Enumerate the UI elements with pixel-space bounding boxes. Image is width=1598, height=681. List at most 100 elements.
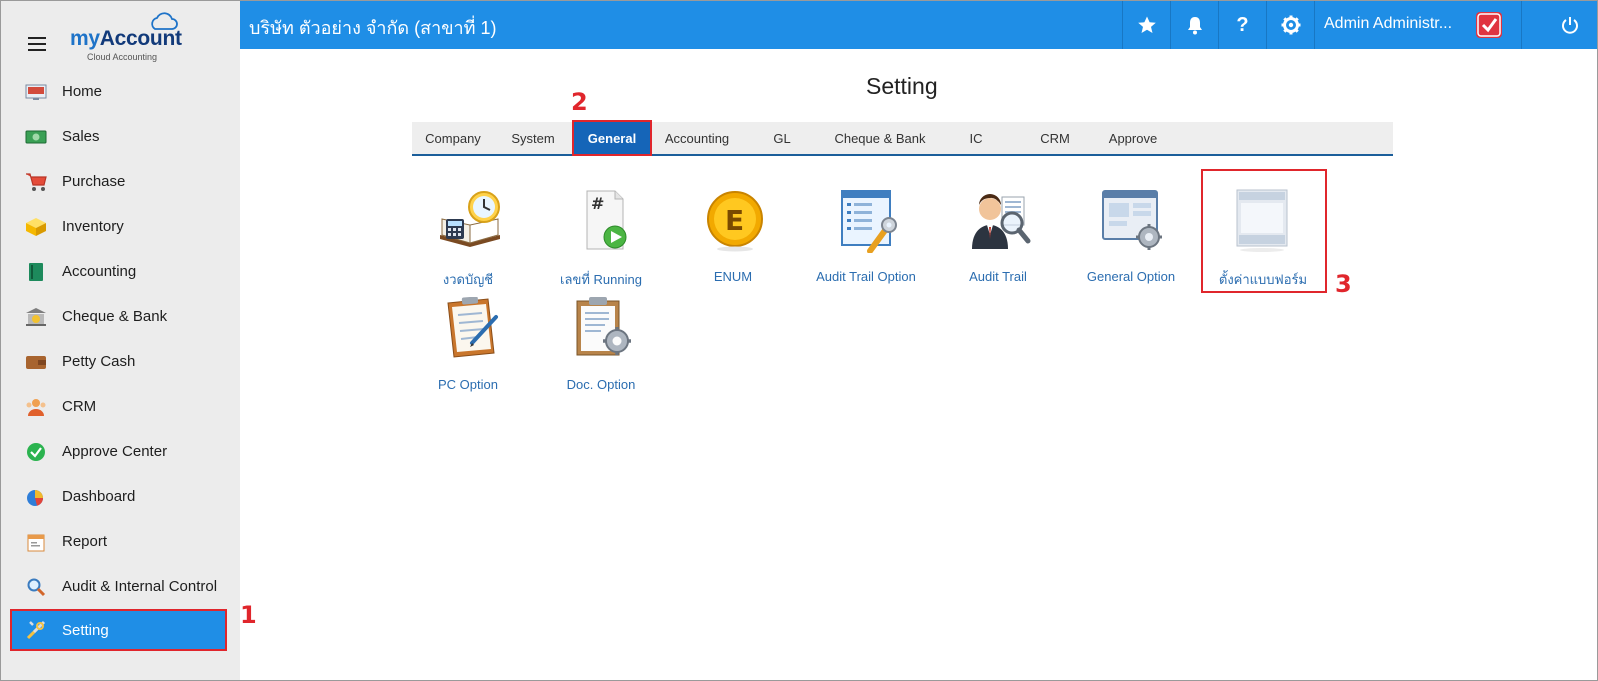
sidebar-item-audit-internal-control[interactable]: Audit & Internal Control — [1, 564, 240, 609]
pc-option-icon — [447, 297, 498, 358]
step-marker-1: 1 — [240, 601, 257, 629]
box-icon — [25, 216, 47, 238]
tile-label: ตั้งค่าแบบฟอร์ม — [1218, 272, 1308, 287]
step-marker-3: 3 — [1335, 270, 1352, 298]
sidebar-item-label: Audit & Internal Control — [62, 578, 218, 595]
tile-audit-trail-option[interactable]: Audit Trail Option — [810, 189, 922, 289]
wallet-icon — [25, 351, 47, 373]
sidebar-item-label: Report — [62, 533, 108, 550]
page-title: Setting — [866, 73, 938, 99]
sidebar-item-dashboard[interactable]: Dashboard — [1, 474, 240, 519]
tab-crm[interactable]: CRM — [1014, 122, 1096, 154]
sidebar: myAccount Cloud Accounting Home Sales Pu… — [1, 1, 240, 680]
sidebar-item-label: Cheque & Bank — [62, 308, 168, 325]
tools-icon — [25, 619, 47, 641]
ledger-icon — [25, 261, 47, 283]
question-mark-icon: ? — [1236, 13, 1249, 36]
report-icon — [25, 531, 47, 553]
help-button[interactable]: ? — [1218, 1, 1266, 49]
sidebar-item-label: Dashboard — [62, 488, 136, 505]
sidebar-item-label: Home — [62, 83, 103, 100]
sidebar-menu: Home Sales Purchase Inventory Accounting — [1, 69, 240, 651]
bank-icon — [25, 306, 47, 328]
tab-company[interactable]: Company — [412, 122, 494, 154]
app-logo[interactable]: myAccount Cloud Accounting — [70, 11, 200, 63]
tile-accounting-period[interactable]: งวดบัญชี — [412, 189, 524, 289]
sidebar-item-label: Approve Center — [62, 443, 168, 460]
logout-button[interactable] — [1521, 1, 1597, 49]
shield-check-icon — [1476, 12, 1502, 38]
sidebar-item-label: Purchase — [62, 173, 126, 190]
sales-icon — [25, 126, 47, 148]
tile-label: General Option — [1086, 269, 1176, 284]
hamburger-menu-icon[interactable] — [28, 37, 46, 51]
pie-chart-icon — [25, 486, 47, 508]
tile-enum[interactable]: E ENUM — [677, 189, 789, 289]
sidebar-item-report[interactable]: Report — [1, 519, 240, 564]
tile-running-number[interactable]: # เลขที่ Running — [545, 189, 657, 289]
tile-form-setting[interactable]: ตั้งค่าแบบฟอร์ม — [1207, 189, 1319, 289]
home-icon — [25, 81, 47, 103]
settings-tab-bar: Company System General Accounting GL Che… — [412, 120, 1393, 156]
sidebar-item-home[interactable]: Home — [1, 69, 240, 114]
magnifier-icon — [25, 576, 47, 598]
tile-audit-trail[interactable]: Audit Trail — [942, 189, 1054, 289]
audit-trail-option-icon — [841, 190, 897, 253]
tab-system[interactable]: System — [494, 122, 572, 154]
sidebar-item-cheque-bank[interactable]: Cheque & Bank — [1, 294, 240, 339]
tab-general[interactable]: General — [572, 120, 652, 156]
sidebar-item-setting[interactable]: Setting — [10, 609, 227, 651]
company-name[interactable]: บริษัท ตัวอย่าง จำกัด (สาขาที่ 1) — [249, 13, 497, 42]
sidebar-item-label: Petty Cash — [62, 353, 136, 370]
step-marker-2: 2 — [571, 88, 588, 116]
sidebar-item-inventory[interactable]: Inventory — [1, 204, 240, 249]
running-number-icon: # — [586, 190, 627, 250]
sidebar-item-approve-center[interactable]: Approve Center — [1, 429, 240, 474]
sidebar-item-sales[interactable]: Sales — [1, 114, 240, 159]
sidebar-item-label: CRM — [62, 398, 97, 415]
tab-ic[interactable]: IC — [938, 122, 1014, 154]
svg-text:E: E — [725, 204, 744, 237]
sidebar-item-label: Setting — [62, 621, 109, 639]
logo-subtitle: Cloud Accounting — [87, 52, 158, 62]
tile-doc-option[interactable]: Doc. Option — [545, 297, 657, 397]
favorites-button[interactable] — [1122, 1, 1170, 49]
tab-gl[interactable]: GL — [742, 122, 822, 154]
tile-label: Audit Trail Option — [816, 269, 916, 284]
audit-trail-icon — [972, 194, 1031, 249]
user-menu[interactable]: Admin Administr... — [1314, 1, 1526, 49]
form-setting-icon — [1236, 189, 1288, 252]
accounting-period-icon — [440, 191, 500, 247]
tab-approve[interactable]: Approve — [1096, 122, 1170, 154]
sidebar-item-crm[interactable]: CRM — [1, 384, 240, 429]
user-name: Admin Administr... — [1324, 15, 1453, 32]
bell-icon — [1187, 17, 1202, 35]
sidebar-item-purchase[interactable]: Purchase — [1, 159, 240, 204]
tab-cheque-bank[interactable]: Cheque & Bank — [822, 122, 938, 154]
check-circle-icon — [25, 441, 47, 463]
power-icon — [1562, 17, 1578, 34]
tab-accounting[interactable]: Accounting — [652, 122, 742, 154]
tile-pc-option[interactable]: PC Option — [412, 297, 524, 397]
tile-label: ENUM — [713, 269, 753, 284]
tile-label: Audit Trail — [969, 269, 1027, 284]
people-icon — [25, 396, 47, 418]
sidebar-item-label: Inventory — [62, 218, 124, 235]
settings-button[interactable] — [1266, 1, 1314, 49]
top-bar: บริษัท ตัวอย่าง จำกัด (สาขาที่ 1) ? Admi… — [240, 1, 1597, 49]
sidebar-item-label: Accounting — [62, 263, 137, 280]
logo-title: myAccount — [70, 27, 182, 50]
notifications-button[interactable] — [1170, 1, 1218, 49]
sidebar-item-petty-cash[interactable]: Petty Cash — [1, 339, 240, 384]
gear-icon — [1281, 15, 1300, 35]
tile-label: PC Option — [438, 377, 498, 392]
general-option-icon — [1102, 190, 1162, 250]
tile-general-option[interactable]: General Option — [1075, 189, 1187, 289]
svg-text:#: # — [591, 194, 604, 213]
tile-label: เลขที่ Running — [560, 272, 642, 287]
tile-label: Doc. Option — [566, 377, 636, 392]
sidebar-item-accounting[interactable]: Accounting — [1, 249, 240, 294]
star-icon — [1137, 16, 1156, 33]
tile-label: งวดบัญชี — [442, 272, 494, 287]
brand-area: myAccount Cloud Accounting — [1, 1, 240, 65]
